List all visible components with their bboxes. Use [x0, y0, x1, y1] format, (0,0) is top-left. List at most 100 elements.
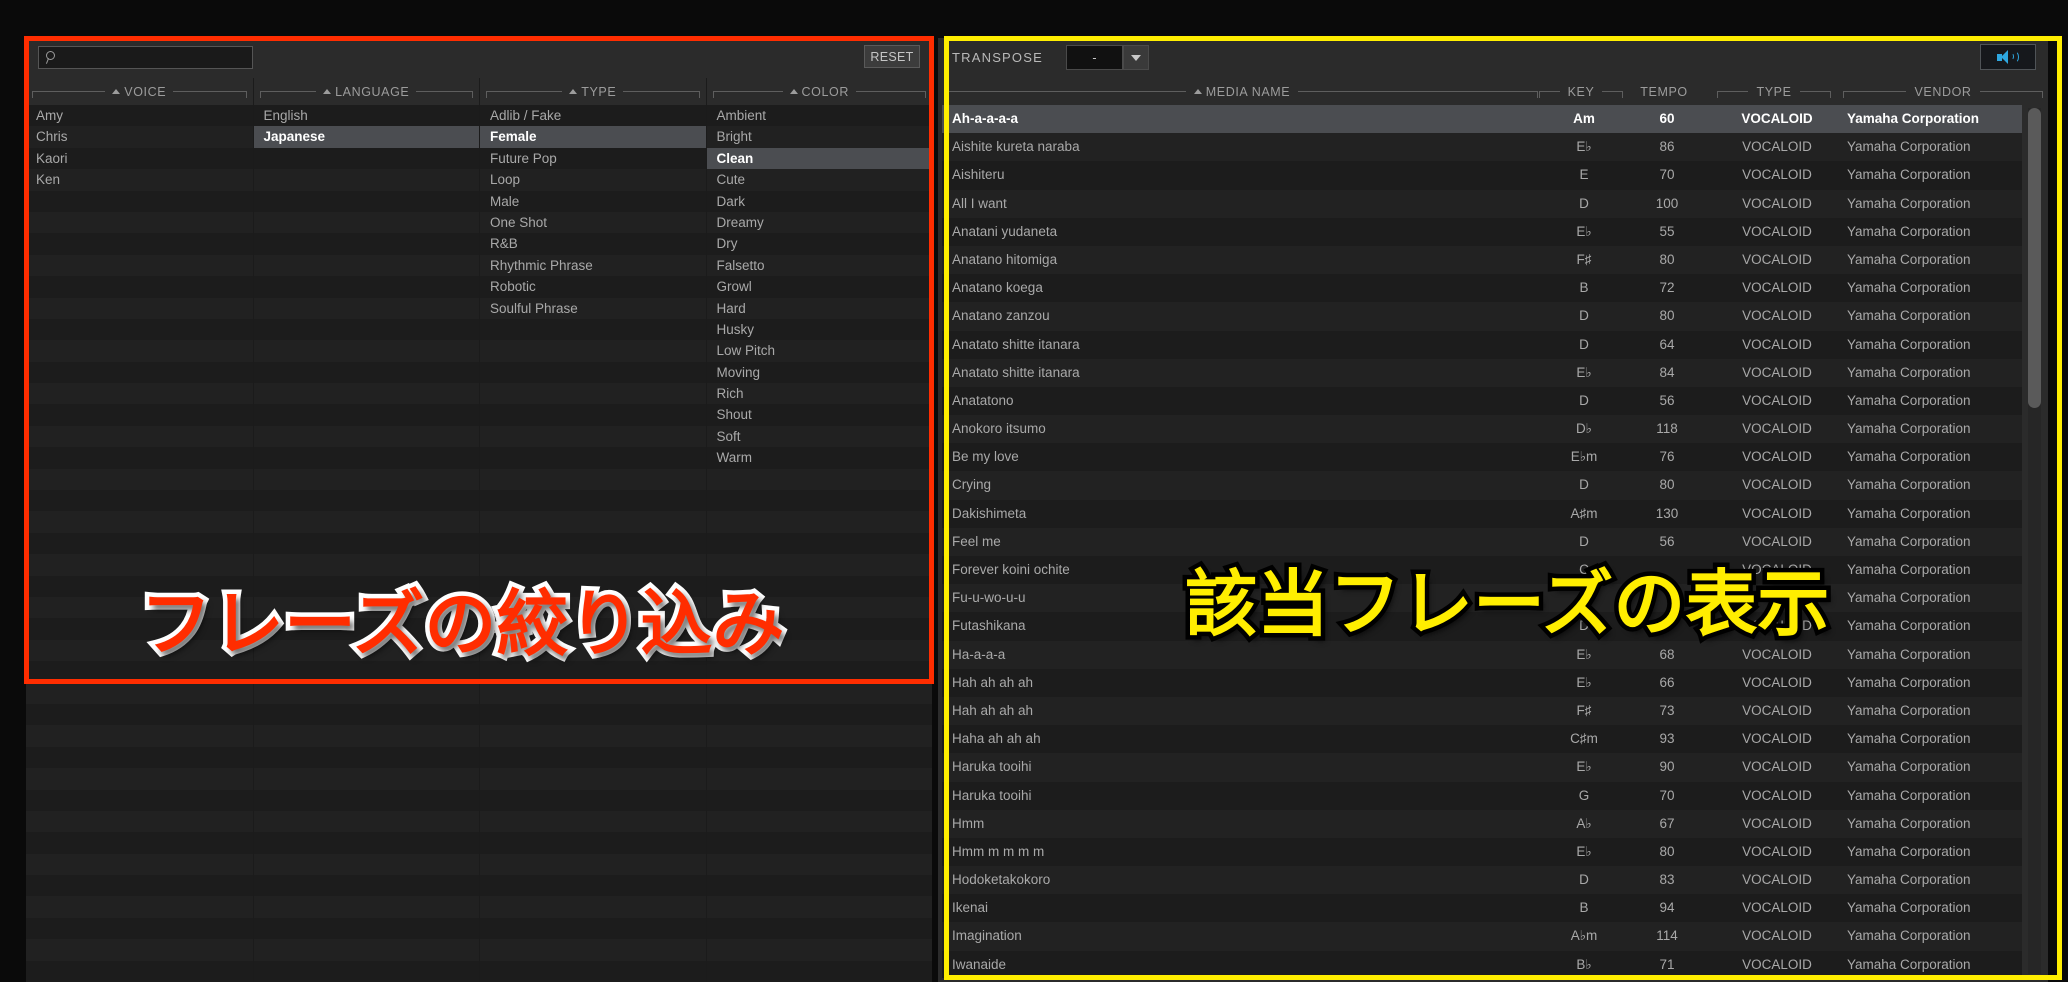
filter-item[interactable]: Bright — [706, 126, 932, 148]
table-row[interactable]: Anatano hitomiga F♯ 80 VOCALOID Yamaha Corpo… — [942, 245, 2022, 275]
table-row[interactable]: Be my love E♭m 76 VOCALOID Yamaha Corporatio… — [942, 443, 2022, 472]
filter-column-header[interactable]: TYPE — [480, 78, 706, 105]
table-row[interactable]: Aishiteru E 70 VOCALOID Yamaha Corporation — [942, 161, 2022, 190]
filter-item[interactable]: Soulful Phrase — [480, 297, 706, 319]
filter-item[interactable]: Husky — [706, 318, 932, 341]
table-row[interactable]: Anokoro itsumo D♭ 118 VOCALOID Yamaha Corpor… — [942, 415, 2022, 444]
cell-name: Hmm — [952, 815, 985, 831]
cell-vendor: Yamaha Corporation — [1847, 251, 1971, 267]
filter-item-empty — [480, 789, 706, 811]
table-row[interactable]: Haruka tooihi G 70 VOCALOID Yamaha Corporati… — [942, 781, 2022, 810]
table-row[interactable]: Haruka tooihi E♭ 90 VOCALOID Yamaha Corporat… — [942, 753, 2022, 782]
cell-tempo: 72 — [1659, 280, 1675, 296]
filter-item[interactable]: One Shot — [480, 211, 706, 234]
filter-item[interactable]: Falsetto — [706, 254, 932, 277]
results-column-header-media-name[interactable]: MEDIA NAME — [942, 78, 1542, 105]
filter-item[interactable]: R&B — [480, 233, 706, 255]
table-row[interactable]: Hmm m m m m E♭ 80 VOCALOID Yamaha Corporatio… — [942, 837, 2022, 867]
table-row[interactable]: Hodoketakokoro D 83 VOCALOID Yamaha Corporat… — [942, 866, 2022, 895]
filter-item[interactable]: Clean — [706, 147, 932, 170]
filter-item[interactable]: Male — [480, 190, 706, 212]
filter-item[interactable]: Loop — [480, 169, 706, 191]
filter-item-empty — [706, 896, 932, 918]
filter-item[interactable]: Soft — [706, 425, 932, 448]
filter-item[interactable]: Ken — [26, 169, 253, 191]
table-row[interactable]: Anatano koega B 72 VOCALOID Yamaha Corporati… — [942, 274, 2022, 303]
filter-item[interactable]: Shout — [706, 404, 932, 426]
filter-item-empty — [480, 832, 706, 854]
cell-type: VOCALOID — [1742, 900, 1812, 916]
filter-item[interactable]: Cute — [706, 169, 932, 191]
filter-item[interactable]: English — [253, 105, 479, 127]
filter-item[interactable]: Adlib / Fake — [480, 105, 706, 127]
transpose-value[interactable]: - — [1066, 45, 1123, 70]
filter-item-empty — [480, 596, 706, 619]
table-row[interactable]: Iwanaide B♭ 71 VOCALOID Yamaha Corporation — [942, 950, 2022, 978]
filter-item-empty — [26, 340, 253, 362]
results-column-header-type[interactable]: TYPE — [1713, 78, 1835, 105]
filter-item[interactable]: Dreamy — [706, 211, 932, 234]
results-column-header-tempo[interactable]: TEMPO — [1628, 78, 1700, 105]
results-column-header-vendor[interactable]: VENDOR — [1839, 78, 2047, 105]
filter-item[interactable]: Growl — [706, 276, 932, 298]
filter-item[interactable]: Amy — [26, 105, 253, 127]
results-column-header-key[interactable]: KEY — [1535, 78, 1627, 105]
filter-column-header[interactable]: LANGUAGE — [254, 78, 480, 105]
filter-item[interactable]: Future Pop — [480, 147, 706, 170]
table-row[interactable]: Fu-u-wo-u-u VOCALOID Yamaha Corporation — [942, 584, 2022, 613]
filter-item[interactable]: Chris — [26, 126, 253, 148]
results-scrollbar[interactable] — [2028, 108, 2041, 974]
table-row[interactable]: Hah ah ah ah F♯ 73 VOCALOID Yamaha Corporati… — [942, 696, 2022, 726]
cell-key: A♭m — [1570, 928, 1598, 944]
filter-item[interactable]: Female — [480, 126, 706, 148]
filter-item[interactable]: Rhythmic Phrase — [480, 254, 706, 277]
filter-item[interactable]: Dry — [706, 233, 932, 255]
table-row[interactable]: Ha-a-a-a E♭ 68 VOCALOID Yamaha Corporation — [942, 640, 2022, 669]
transpose-label: TRANSPOSE — [952, 50, 1043, 65]
filter-item-empty — [706, 746, 932, 769]
table-row[interactable]: Haha ah ah ah C♯m 93 VOCALOID Yamaha Corpora… — [942, 725, 2022, 754]
table-row[interactable]: Hah ah ah ah E♭ 66 VOCALOID Yamaha Corporati… — [942, 668, 2022, 697]
filter-item[interactable]: Rich — [706, 383, 932, 405]
filter-column-header[interactable]: VOICE — [26, 78, 253, 105]
table-row[interactable]: Ikenai B 94 VOCALOID Yamaha Corporation — [942, 894, 2022, 923]
search-input-wrapper[interactable] — [38, 46, 253, 69]
table-row[interactable]: Anatani yudaneta E♭ 55 VOCALOID Yamaha Corpo… — [942, 217, 2022, 246]
results-panel: TRANSPOSE - MEDIA NAME KEY TEMPO TYPE VENDOR… — [938, 38, 2048, 982]
table-row[interactable]: Aishite kureta naraba E♭ 86 VOCALOID Yamaha … — [942, 133, 2022, 162]
filter-item[interactable]: Dark — [706, 190, 932, 212]
table-row[interactable]: Hmm A♭ 67 VOCALOID Yamaha Corporation — [942, 809, 2022, 838]
filter-item[interactable]: Low Pitch — [706, 340, 932, 362]
filter-item[interactable]: Hard — [706, 297, 932, 319]
filter-item[interactable]: Moving — [706, 361, 932, 384]
table-row[interactable]: Anatatono D 56 VOCALOID Yamaha Corporation — [942, 386, 2022, 416]
filter-item[interactable]: Warm — [706, 447, 932, 469]
filter-item-empty — [480, 340, 706, 362]
table-row[interactable]: Crying D 80 VOCALOID Yamaha Corporation — [942, 471, 2022, 500]
search-input[interactable] — [63, 50, 243, 65]
filter-item[interactable]: Kaori — [26, 147, 253, 170]
table-row[interactable]: Futashikana D VOCALOID Yamaha Corporation — [942, 612, 2022, 641]
table-row[interactable]: All I want D 100 VOCALOID Yamaha Corporation — [942, 189, 2022, 218]
filter-item-empty — [480, 875, 706, 897]
speaker-icon[interactable] — [1980, 44, 2036, 70]
filter-item-empty — [26, 404, 253, 426]
chevron-down-icon[interactable] — [1123, 45, 1149, 70]
filter-item[interactable]: Japanese — [253, 126, 479, 148]
scrollbar-thumb[interactable] — [2028, 108, 2041, 408]
table-row[interactable]: Anatato shitte itanara D 64 VOCALOID Yamaha … — [942, 330, 2022, 359]
cell-name: Dakishimeta — [952, 505, 1027, 521]
table-row[interactable]: Anatato shitte itanara E♭ 84 VOCALOID Yamaha… — [942, 358, 2022, 387]
table-row[interactable]: Ah-a-a-a-a Am 60 VOCALOID Yamaha Corporation — [942, 105, 2022, 134]
table-row[interactable]: Feel me D 56 VOCALOID Yamaha Corporation — [942, 527, 2022, 556]
table-row[interactable]: Imagination A♭m 114 VOCALOID Yamaha Corporat… — [942, 922, 2022, 951]
filter-item[interactable]: Ambient — [706, 105, 932, 127]
reset-button[interactable]: RESET — [864, 45, 920, 68]
table-row[interactable]: Dakishimeta A♯m 130 VOCALOID Yamaha Corporat… — [942, 499, 2022, 528]
table-row[interactable]: Anatano zanzou D 80 VOCALOID Yamaha Corporat… — [942, 302, 2022, 331]
filter-item-empty — [26, 639, 253, 662]
filter-item[interactable]: Robotic — [480, 276, 706, 298]
filter-column-header[interactable]: COLOR — [707, 78, 933, 105]
cell-name: Ha-a-a-a — [952, 646, 1006, 662]
table-row[interactable]: Forever koini ochite C VOCALOID Yamaha Corp… — [942, 556, 2022, 585]
